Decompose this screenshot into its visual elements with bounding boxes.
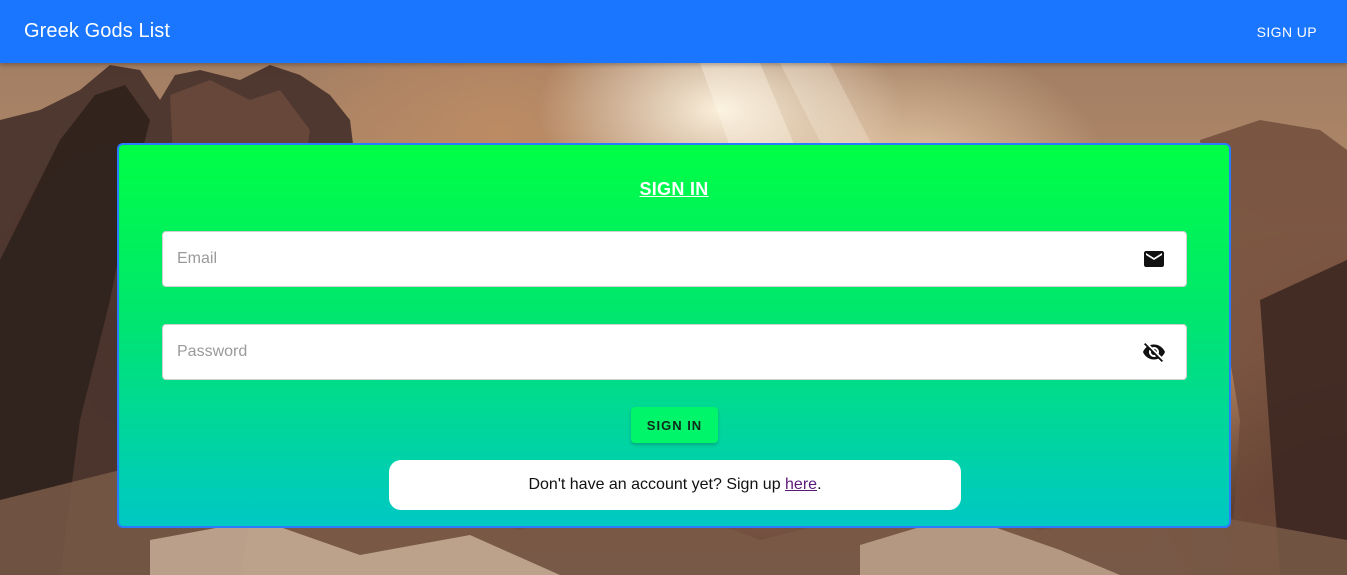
signin-title: SIGN IN [639,179,709,199]
mail-icon [1142,247,1166,271]
signup-nav-button[interactable]: SIGN UP [1257,24,1317,40]
signup-prompt-box: Don't have an account yet? Sign up here. [389,460,961,510]
visibility-off-icon[interactable] [1142,340,1166,364]
signup-prompt-suffix: . [817,476,822,493]
app-header: Greek Gods List SIGN UP [0,0,1347,63]
signin-card: SIGN IN SIGN IN Don't have an account ye… [117,143,1231,528]
email-field [162,231,1187,287]
signup-prompt-text: Don't have an account yet? Sign up [528,476,786,493]
email-input[interactable] [163,232,1103,286]
signin-button[interactable]: SIGN IN [631,407,718,443]
signup-here-link[interactable]: here [785,476,817,494]
password-input[interactable] [163,325,1103,379]
password-field [162,324,1187,380]
app-title: Greek Gods List [24,20,171,42]
